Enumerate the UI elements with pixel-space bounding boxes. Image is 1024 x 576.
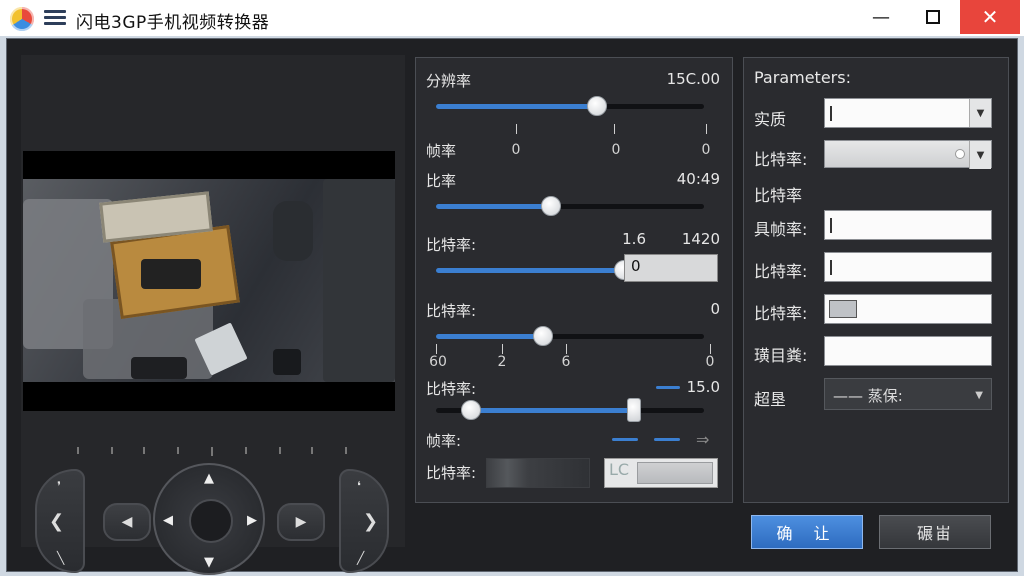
playback-controls: ❜ ❮ ╲ ◀ ▲ ▼ ◀ ▶ ▶ ❛ ❯ ╱	[21, 463, 393, 575]
dpad-center-button[interactable]	[189, 499, 233, 543]
bitrate-slider-2-thumb[interactable]	[533, 326, 554, 346]
timeline-ticks	[21, 447, 393, 456]
bitrate-label-3: 比特率:	[426, 380, 477, 398]
maximize-button[interactable]	[908, 0, 958, 34]
minimize-button[interactable]: —	[856, 0, 906, 34]
bitrate-label-2: 比特率:	[426, 302, 477, 320]
app-logo-icon	[10, 7, 34, 31]
param-label-bitrate-1: 比特率:	[754, 150, 808, 169]
video-frame-image	[23, 179, 395, 382]
param-label-bitrate-3: 比特率:	[754, 262, 808, 281]
client-area: ❜ ❮ ╲ ◀ ▲ ▼ ◀ ▶ ▶ ❛ ❯ ╱ 分辨率 15C.00 帧率 0 …	[6, 38, 1018, 575]
bitrate-tick-3: 6	[561, 354, 571, 370]
bitrate-slider-2[interactable]	[436, 326, 704, 346]
chevron-down-icon[interactable]: ▼	[969, 99, 991, 127]
bitrate-tick-1: 60	[429, 354, 447, 370]
bitrate-field-1[interactable]	[824, 252, 992, 282]
bitrate-value-b: 1420	[681, 230, 720, 248]
close-button[interactable]: ✕	[960, 0, 1020, 34]
preset-dropdown[interactable]: —— 蒸保: ▼	[824, 378, 992, 410]
quality-dropdown[interactable]: ▼	[824, 98, 992, 128]
fps-field[interactable]	[824, 210, 992, 240]
param-label-quality: 实质	[754, 110, 787, 129]
bitrate-field-2[interactable]	[824, 294, 992, 324]
fps-arrow-icon[interactable]: ⇒	[696, 430, 709, 449]
fps-tick-2: 0	[611, 142, 621, 158]
preview-pane: ❜ ❮ ╲ ◀ ▲ ▼ ◀ ▶ ▶ ❛ ❯ ╱	[21, 55, 405, 575]
range-start-thumb[interactable]	[460, 400, 481, 420]
bitrate-value-3: 15.0	[686, 378, 720, 396]
parameters-title: Parameters:	[754, 68, 851, 87]
bitrate-range-slider[interactable]	[436, 398, 704, 422]
bitrate-value-2: 0	[710, 300, 720, 318]
step-back-button[interactable]: ◀	[103, 503, 151, 541]
resolution-value: 15C.00	[666, 70, 720, 88]
app-window: 闪电3GP手机视频转换器 — ✕ ❜ ❮ ╲ ◀ ▲ ▼ ◀ ▶ ▶ ❛ ❯ ╱…	[0, 0, 1024, 576]
maximize-icon	[926, 10, 940, 24]
parameters-pane: Parameters: 实质 ▼ 比特率: ▼ 比特率 具帧率: 比特率: 比特…	[743, 57, 1009, 503]
fps-row-label: 帧率:	[426, 432, 462, 450]
resolution-label: 分辨率	[426, 72, 472, 90]
param-label-fps: 具帧率:	[754, 220, 808, 239]
title-bar: 闪电3GP手机视频转换器 — ✕	[0, 0, 1024, 36]
video-preview[interactable]	[23, 151, 395, 411]
param-label-super: 超垦	[754, 390, 787, 409]
codec-field-text: LC	[609, 460, 630, 479]
down-arrow-icon[interactable]: ▼	[204, 555, 214, 570]
bitrate-dropdown[interactable]: ▼	[824, 140, 992, 169]
bitrate-label-1: 比特率:	[426, 236, 477, 254]
right-arrow-icon[interactable]: ▶	[247, 513, 257, 528]
param-label-bitrate-2: 比特率	[754, 186, 803, 205]
bitrate-row-label: 比特率:	[426, 464, 477, 482]
ratio-slider[interactable]	[436, 196, 704, 216]
window-title: 闪电3GP手机视频转换器	[76, 13, 270, 33]
arc-right-icon: ❯	[363, 511, 379, 532]
fps-tick-3: 0	[701, 142, 711, 158]
dpad-control[interactable]: ▲ ▼ ◀ ▶	[153, 463, 265, 575]
chevron-down-icon[interactable]: ▼	[969, 141, 991, 169]
bitrate-tick-2: 2	[497, 354, 507, 370]
rewind-arc-button[interactable]: ❜ ❮ ╲	[35, 469, 85, 573]
item-field[interactable]	[824, 336, 992, 366]
preset-dropdown-value: —— 蒸保:	[833, 387, 903, 405]
bitrate-value-a: 1.6	[622, 230, 646, 248]
fps-label: 帧率	[426, 142, 457, 160]
up-arrow-icon[interactable]: ▲	[204, 471, 214, 486]
codec-field[interactable]: LC	[604, 458, 718, 488]
left-arrow-icon[interactable]: ◀	[163, 513, 173, 528]
step-back-icon: ◀	[121, 514, 133, 530]
resolution-slider[interactable]	[436, 96, 704, 116]
bitrate-preset-field[interactable]	[486, 458, 590, 488]
param-label-bitrate-4: 比特率:	[754, 304, 808, 323]
range-end-thumb[interactable]	[627, 398, 642, 422]
bitrate-tick-4: 0	[705, 354, 715, 370]
step-forward-button[interactable]: ▶	[277, 503, 325, 541]
chevron-down-icon: ▼	[975, 390, 983, 401]
cancel-button[interactable]: 碾峀	[879, 515, 991, 549]
param-label-item: 璜目粪:	[754, 346, 808, 365]
fps-tick-1: 0	[511, 142, 521, 158]
bitrate-input[interactable]: 0	[624, 254, 718, 282]
arc-left-icon: ❮	[49, 511, 65, 532]
ratio-label: 比率	[426, 172, 457, 190]
resolution-slider-thumb[interactable]	[586, 96, 607, 116]
confirm-button[interactable]: 确 让	[751, 515, 863, 549]
ratio-value: 40:49	[676, 170, 720, 188]
ratio-slider-thumb[interactable]	[541, 196, 562, 216]
forward-arc-button[interactable]: ❛ ❯ ╱	[339, 469, 389, 573]
hamburger-menu-icon[interactable]	[44, 10, 66, 26]
step-forward-icon: ▶	[295, 514, 307, 530]
encoding-sliders-pane: 分辨率 15C.00 帧率 0 0 0 比率 40:49 比特率: 1.6 14…	[415, 57, 733, 503]
